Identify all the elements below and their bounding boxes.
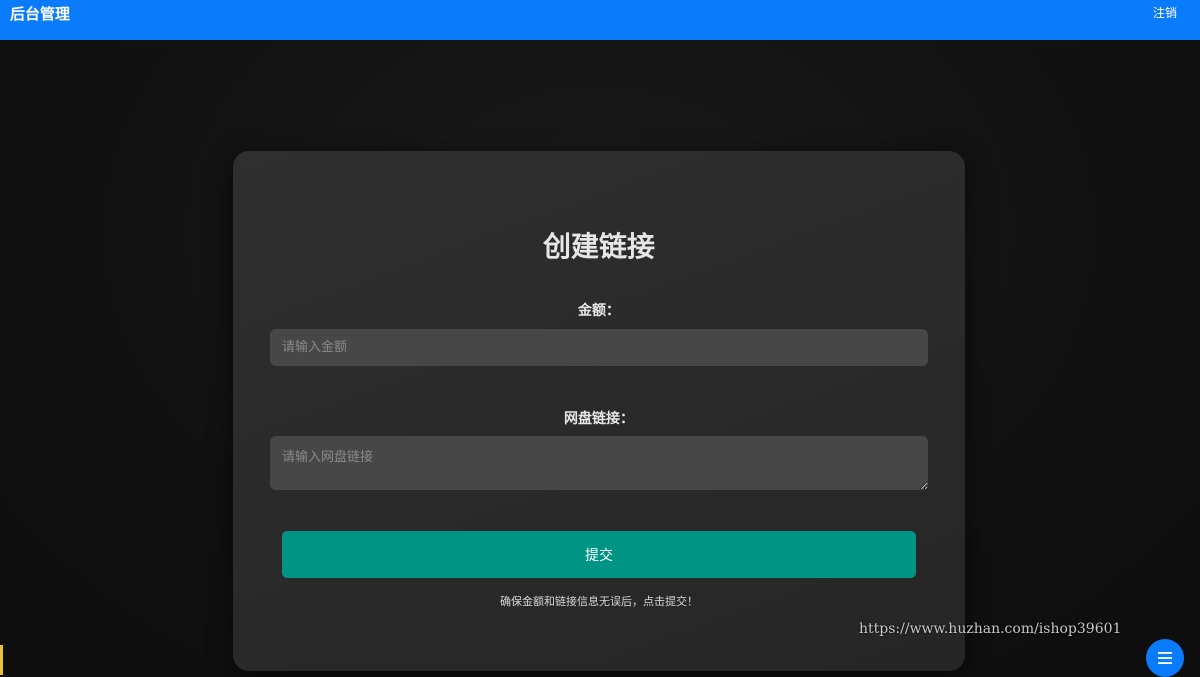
app-title[interactable]: 后台管理 [10, 4, 70, 24]
watermark-text: https://www.huzhan.com/ishop39601 [859, 621, 1122, 637]
floating-menu-button[interactable] [1146, 639, 1184, 677]
create-link-card: 创建链接 金额： 网盘链接： 提交 确保金额和链接信息无误后，点击提交！ [233, 151, 965, 671]
amount-input[interactable] [270, 329, 928, 366]
top-navbar: 后台管理 注销 [0, 0, 1200, 40]
page-title: 创建链接 [542, 230, 655, 263]
main-content: 创建链接 金额： 网盘链接： 提交 确保金额和链接信息无误后，点击提交！ [0, 40, 1200, 675]
link-textarea[interactable] [270, 436, 928, 490]
submit-button[interactable]: 提交 [282, 531, 916, 578]
menu-icon [1158, 652, 1172, 664]
submit-hint: 确保金额和链接信息无误后，点击提交！ [500, 595, 698, 608]
logout-link[interactable]: 注销 [1153, 5, 1177, 21]
link-label: 网盘链接： [564, 411, 634, 427]
edge-tab [0, 645, 3, 675]
amount-label: 金额： [578, 303, 620, 319]
